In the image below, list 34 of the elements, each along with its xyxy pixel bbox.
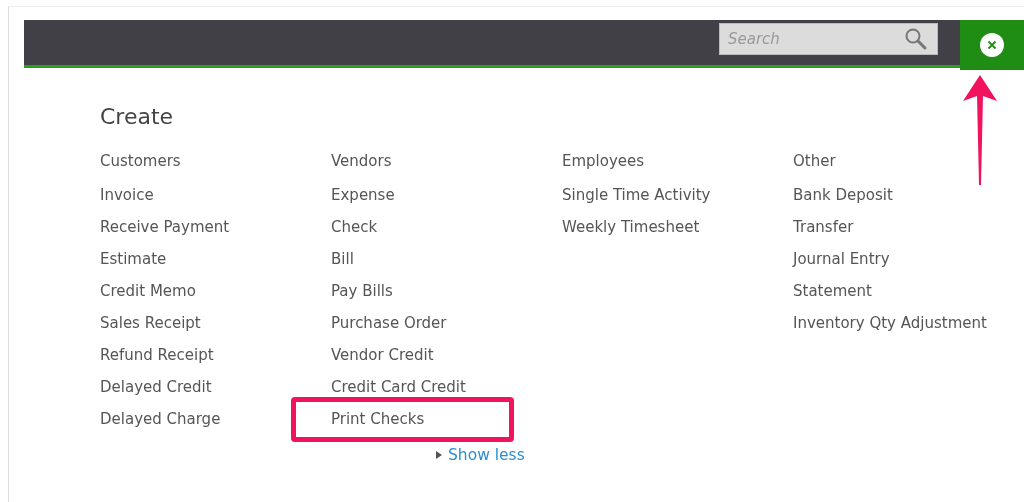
caret-icon [436,451,442,459]
menu-item[interactable]: Print Checks [331,410,531,428]
menu-item[interactable]: Vendor Credit [331,346,531,364]
column-heading: Other [793,152,837,170]
menu-item[interactable]: Delayed Credit [100,378,300,396]
column-heading: Vendors [331,152,393,170]
menu-item[interactable]: Credit Card Credit [331,378,531,396]
menu-item[interactable]: Journal Entry [793,250,993,268]
column-heading: Employees [562,152,646,170]
search-icon [904,26,928,51]
menu-item[interactable]: Transfer [793,218,993,236]
menu-title: Create [100,103,175,131]
menu-item[interactable]: Check [331,218,531,236]
close-icon [980,33,1004,57]
search-field[interactable]: Search [719,22,938,55]
menu-item[interactable]: Receive Payment [100,218,300,236]
menu-item[interactable]: Bill [331,250,531,268]
menu-item[interactable]: Purchase Order [331,314,531,332]
menu-item[interactable]: Delayed Charge [100,410,300,428]
menu-item[interactable]: Sales Receipt [100,314,300,332]
menu-item[interactable]: Bank Deposit [793,186,993,204]
menu-item[interactable]: Statement [793,282,993,300]
menu-item[interactable]: Pay Bills [331,282,531,300]
menu-item[interactable]: Single Time Activity [562,186,762,204]
menu-item[interactable]: Estimate [100,250,300,268]
menu-item[interactable]: Invoice [100,186,300,204]
column-heading: Customers [100,152,182,170]
menu-item[interactable]: Credit Memo [100,282,300,300]
menu-item[interactable]: Refund Receipt [100,346,300,364]
menu-item[interactable]: Expense [331,186,531,204]
menu-item[interactable]: Inventory Qty Adjustment [793,314,993,332]
close-button[interactable] [960,20,1024,70]
menu-item[interactable]: Weekly Timesheet [562,218,762,236]
show-less-link[interactable]: Show less [436,446,525,464]
